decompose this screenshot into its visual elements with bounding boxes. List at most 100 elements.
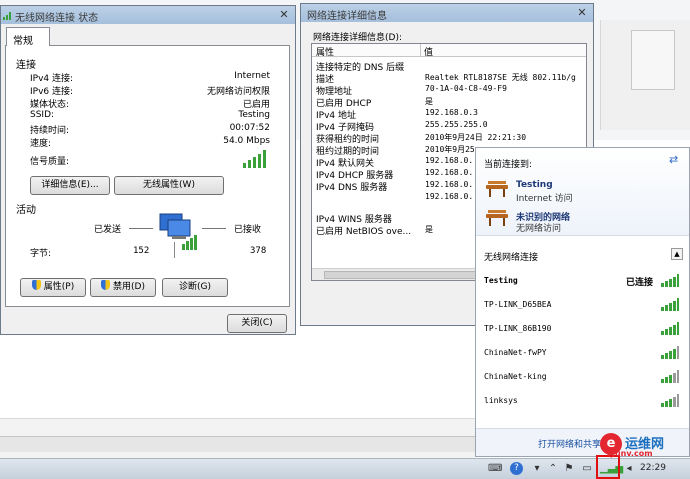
row-value: 已启用 [242,100,270,110]
status-window-titlebar[interactable]: 无线网络连接 状态 ✕ [1,6,295,24]
wireless-properties-button[interactable]: 无线属性(W) [114,176,224,195]
flag-icon[interactable]: ⚑ [562,462,576,476]
bytes-received: 378 [250,246,267,256]
keyboard-icon[interactable]: ⌨ [488,462,502,476]
property-value: 192.168.0. [425,156,474,165]
list-item[interactable]: 描述 Realtek RTL8187SE 无线 802.11b/g [316,72,586,85]
properties-button[interactable]: 属性(P) [20,278,86,297]
info-row: 速度: 54.0 Mbps [30,136,270,149]
info-row: IPv4 连接: Internet [30,71,270,84]
info-row: IPv6 连接: 无网络访问权限 [30,84,270,97]
sent-label: 已发送 [94,225,122,235]
wifi-network-name: ChinaNet-fwPY [484,348,547,357]
wifi-network-item[interactable]: TP-LINK_D65BEA [484,298,679,312]
unidentified-network-access: 无网络访问 [516,224,562,234]
collapse-chevron-icon[interactable]: ▲ [671,248,683,260]
list-header: 属性 值 [312,44,586,58]
property-value: 是 [425,97,433,106]
details-window-titlebar[interactable]: 网络连接详细信息 ✕ [301,4,593,22]
row-value: Testing [238,110,270,120]
connected-to-label: 当前连接到: [484,160,533,170]
network-bench-icon [486,181,508,197]
wifi-signal-icon [661,370,679,383]
property-value: 255.255.255.0 [425,120,488,129]
bytes-label: 字节: [30,249,52,259]
row-value: 无网络访问权限 [206,87,270,97]
row-label: 持续时间: [30,126,70,136]
list-item[interactable]: 物理地址 70-1A-04-C8-49-F9 [316,84,586,97]
current-network-access: Internet 访问 [516,194,573,204]
property-value: 70-1A-04-C8-49-F9 [425,84,507,93]
list-item[interactable]: 已启用 DHCP 是 [316,96,586,109]
network-flyout: 当前连接到: ⇄ Testing Internet 访问 未识别的网络 无网络访… [475,147,690,457]
menu-icon[interactable]: ▾ [530,462,544,476]
refresh-icon[interactable]: ⇄ [669,154,681,166]
close-icon[interactable]: ✕ [277,8,291,21]
wifi-network-item[interactable]: linksys [484,394,679,408]
properties-button-label: 属性(P) [43,282,75,292]
info-row: 持续时间: 00:07:52 [30,123,270,136]
property-value: 192.168.0. [425,168,474,177]
wifi-network-name: TP-LINK_D65BEA [484,300,552,309]
close-icon[interactable]: ✕ [575,6,589,19]
watermark-url: iyunv.com [607,449,653,458]
wifi-network-item[interactable]: ChinaNet-king [484,370,679,384]
signal-icon [3,12,11,20]
power-icon[interactable]: ▭ [580,462,594,476]
row-value: Internet [234,71,270,81]
sent-line [129,228,153,229]
network-computers-icon [159,213,197,250]
list-item[interactable]: IPv4 子网掩码 255.255.255.0 [316,120,586,133]
wifi-network-item[interactable]: Testing 已连接 [484,274,679,288]
close-button[interactable]: 关闭(C) [227,314,287,333]
property-value: 192.168.0. [425,180,474,189]
site-watermark: e 运维网 iyunv.com [600,433,690,458]
status-window-title: 无线网络连接 状态 [15,13,99,24]
tab-general[interactable]: 常规 [6,27,50,47]
volume-icon[interactable]: ◂ [622,462,636,476]
show-hidden-icons-chevron-icon[interactable]: ⌃ [546,462,560,476]
disable-button[interactable]: 禁用(D) [90,278,156,297]
wifi-signal-icon [661,274,679,287]
row-label: IPv4 连接: [30,74,74,84]
property-value: 2010年9月25 [425,145,475,154]
list-item[interactable]: 连接特定的 DNS 后缀 [316,60,586,73]
wifi-network-name: ChinaNet-king [484,372,547,381]
column-divider[interactable] [420,44,421,57]
row-label: 媒体状态: [30,100,70,110]
list-item[interactable]: IPv4 地址 192.168.0.3 [316,108,586,121]
signal-row: 信号质量: [30,154,270,167]
property-value: 192.168.0.3 [425,108,478,117]
background-area [0,338,476,418]
clock[interactable]: 22:29 [640,463,666,473]
help-icon[interactable]: ? [510,462,523,475]
status-window: 无线网络连接 状态 ✕ 常规 连接 IPv4 连接: Internet IPv6 … [0,5,296,335]
info-row: 媒体状态: 已启用 [30,97,270,110]
wifi-network-item[interactable]: ChinaNet-fwPY [484,346,679,360]
details-button[interactable]: 详细信息(E)... [30,176,110,195]
wifi-network-status: 已连接 [625,278,653,288]
property-name: 已启用 NetBIOS ove... [316,227,412,237]
network-tray-highlight [596,455,620,479]
received-line [202,228,226,229]
bytes-sent: 152 [133,246,150,256]
background-scrollbar[interactable] [0,436,476,452]
row-label: IPv6 连接: [30,87,74,97]
shield-icon [101,280,111,290]
current-connections-section: 当前连接到: ⇄ Testing Internet 访问 未识别的网络 无网络访… [476,148,689,236]
shield-icon [31,280,41,290]
property-value: 2010年9月24日 22:21:30 [425,133,527,142]
wifi-signal-icon [661,394,679,407]
wifi-network-name: TP-LINK_86B190 [484,324,552,333]
wifi-network-name: Testing [484,276,518,285]
signal-label: 信号质量: [30,157,70,167]
wifi-network-item[interactable]: TP-LINK_86B190 [484,322,679,336]
general-tab-panel: 连接 IPv4 连接: Internet IPv6 连接: 无网络访问权限 媒体状态… [5,45,290,307]
network-bench-icon [486,210,508,226]
diagnose-button[interactable]: 诊断(G) [162,278,228,297]
column-header-value[interactable]: 值 [424,45,433,58]
info-row: SSID: Testing [30,110,270,122]
connection-group-label: 连接 [16,60,36,71]
list-item[interactable]: 获得租约的时间 2010年9月24日 22:21:30 [316,132,586,145]
column-header-property[interactable]: 属性 [316,45,334,58]
